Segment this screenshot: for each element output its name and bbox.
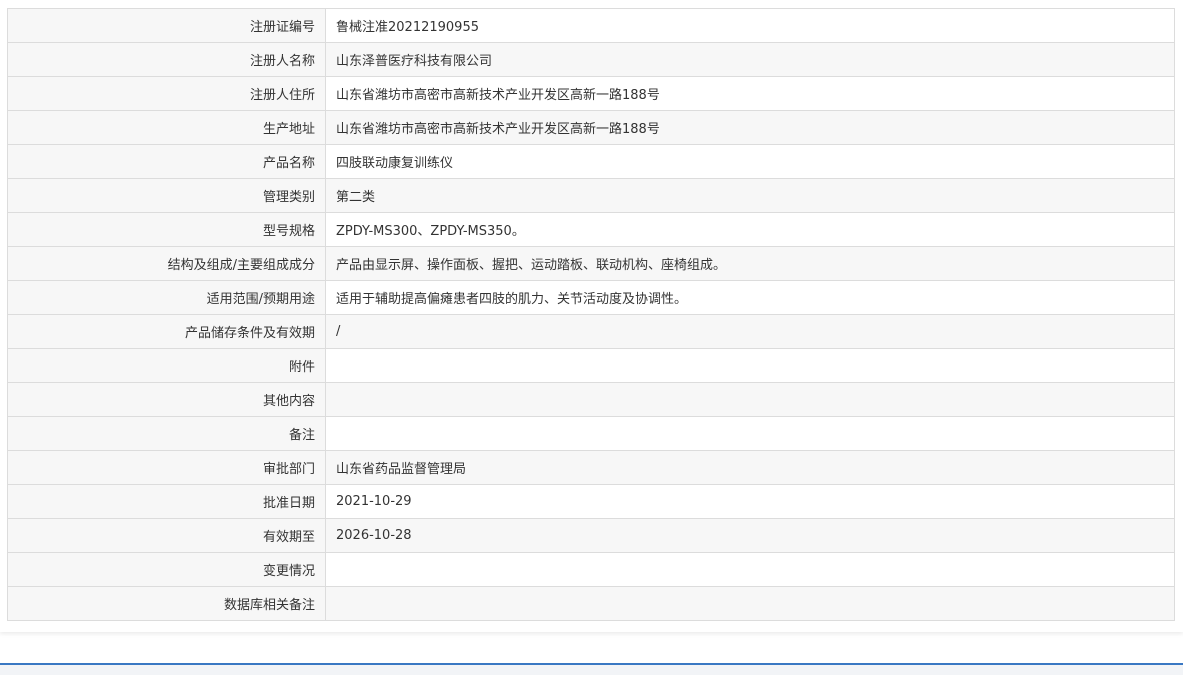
table-row: 型号规格 ZPDY-MS300、ZPDY-MS350。: [7, 212, 1175, 247]
row-value: 第二类: [325, 178, 1175, 213]
row-label: 产品储存条件及有效期: [7, 314, 326, 349]
table-row: 数据库相关备注: [7, 586, 1175, 621]
row-value: 2021-10-29: [325, 484, 1175, 519]
row-label: 其他内容: [7, 382, 326, 417]
row-label: 生产地址: [7, 110, 326, 145]
row-label: 变更情况: [7, 552, 326, 587]
row-label: 产品名称: [7, 144, 326, 179]
table-row: 注册证编号 鲁械注准20212190955: [7, 8, 1175, 43]
row-value: 山东省潍坊市高密市高新技术产业开发区高新一路188号: [325, 110, 1175, 145]
page: 注册证编号 鲁械注准20212190955 注册人名称 山东泽普医疗科技有限公司…: [0, 0, 1183, 675]
row-value: [325, 416, 1175, 451]
row-label: 型号规格: [7, 212, 326, 247]
table-row: 附件: [7, 348, 1175, 383]
table-row: 结构及组成/主要组成成分 产品由显示屏、操作面板、握把、运动踏板、联动机构、座椅…: [7, 246, 1175, 281]
row-label: 管理类别: [7, 178, 326, 213]
table-row: 产品储存条件及有效期 /: [7, 314, 1175, 349]
row-label: 批准日期: [7, 484, 326, 519]
table-row: 产品名称 四肢联动康复训练仪: [7, 144, 1175, 179]
row-value: 产品由显示屏、操作面板、握把、运动踏板、联动机构、座椅组成。: [325, 246, 1175, 281]
row-value: ZPDY-MS300、ZPDY-MS350。: [325, 212, 1175, 247]
row-label: 数据库相关备注: [7, 586, 326, 621]
row-value: [325, 382, 1175, 417]
row-value: 2026-10-28: [325, 518, 1175, 553]
row-label: 备注: [7, 416, 326, 451]
row-label: 注册人住所: [7, 76, 326, 111]
table-row: 注册人住所 山东省潍坊市高密市高新技术产业开发区高新一路188号: [7, 76, 1175, 111]
detail-panel: 注册证编号 鲁械注准20212190955 注册人名称 山东泽普医疗科技有限公司…: [0, 0, 1183, 632]
row-label: 附件: [7, 348, 326, 383]
row-value: 适用于辅助提高偏瘫患者四肢的肌力、关节活动度及协调性。: [325, 280, 1175, 315]
registration-detail-table: 注册证编号 鲁械注准20212190955 注册人名称 山东泽普医疗科技有限公司…: [7, 8, 1175, 621]
table-row: 生产地址 山东省潍坊市高密市高新技术产业开发区高新一路188号: [7, 110, 1175, 145]
row-value: /: [325, 314, 1175, 349]
row-value: 山东泽普医疗科技有限公司: [325, 42, 1175, 77]
table-row: 适用范围/预期用途 适用于辅助提高偏瘫患者四肢的肌力、关节活动度及协调性。: [7, 280, 1175, 315]
row-label: 审批部门: [7, 450, 326, 485]
table-row: 管理类别 第二类: [7, 178, 1175, 213]
row-label: 适用范围/预期用途: [7, 280, 326, 315]
table-row: 注册人名称 山东泽普医疗科技有限公司: [7, 42, 1175, 77]
row-value: [325, 586, 1175, 621]
table-row: 备注: [7, 416, 1175, 451]
row-label: 注册证编号: [7, 8, 326, 43]
table-row: 变更情况: [7, 552, 1175, 587]
table-row: 有效期至 2026-10-28: [7, 518, 1175, 553]
table-row: 批准日期 2021-10-29: [7, 484, 1175, 519]
row-label: 注册人名称: [7, 42, 326, 77]
row-value: [325, 348, 1175, 383]
table-row: 审批部门 山东省药品监督管理局: [7, 450, 1175, 485]
table-row: 其他内容: [7, 382, 1175, 417]
row-value: 山东省潍坊市高密市高新技术产业开发区高新一路188号: [325, 76, 1175, 111]
row-value: 鲁械注准20212190955: [325, 8, 1175, 43]
row-value: 四肢联动康复训练仪: [325, 144, 1175, 179]
footer-bar: [0, 665, 1183, 675]
row-value: 山东省药品监督管理局: [325, 450, 1175, 485]
row-label: 有效期至: [7, 518, 326, 553]
row-value: [325, 552, 1175, 587]
row-label: 结构及组成/主要组成成分: [7, 246, 326, 281]
